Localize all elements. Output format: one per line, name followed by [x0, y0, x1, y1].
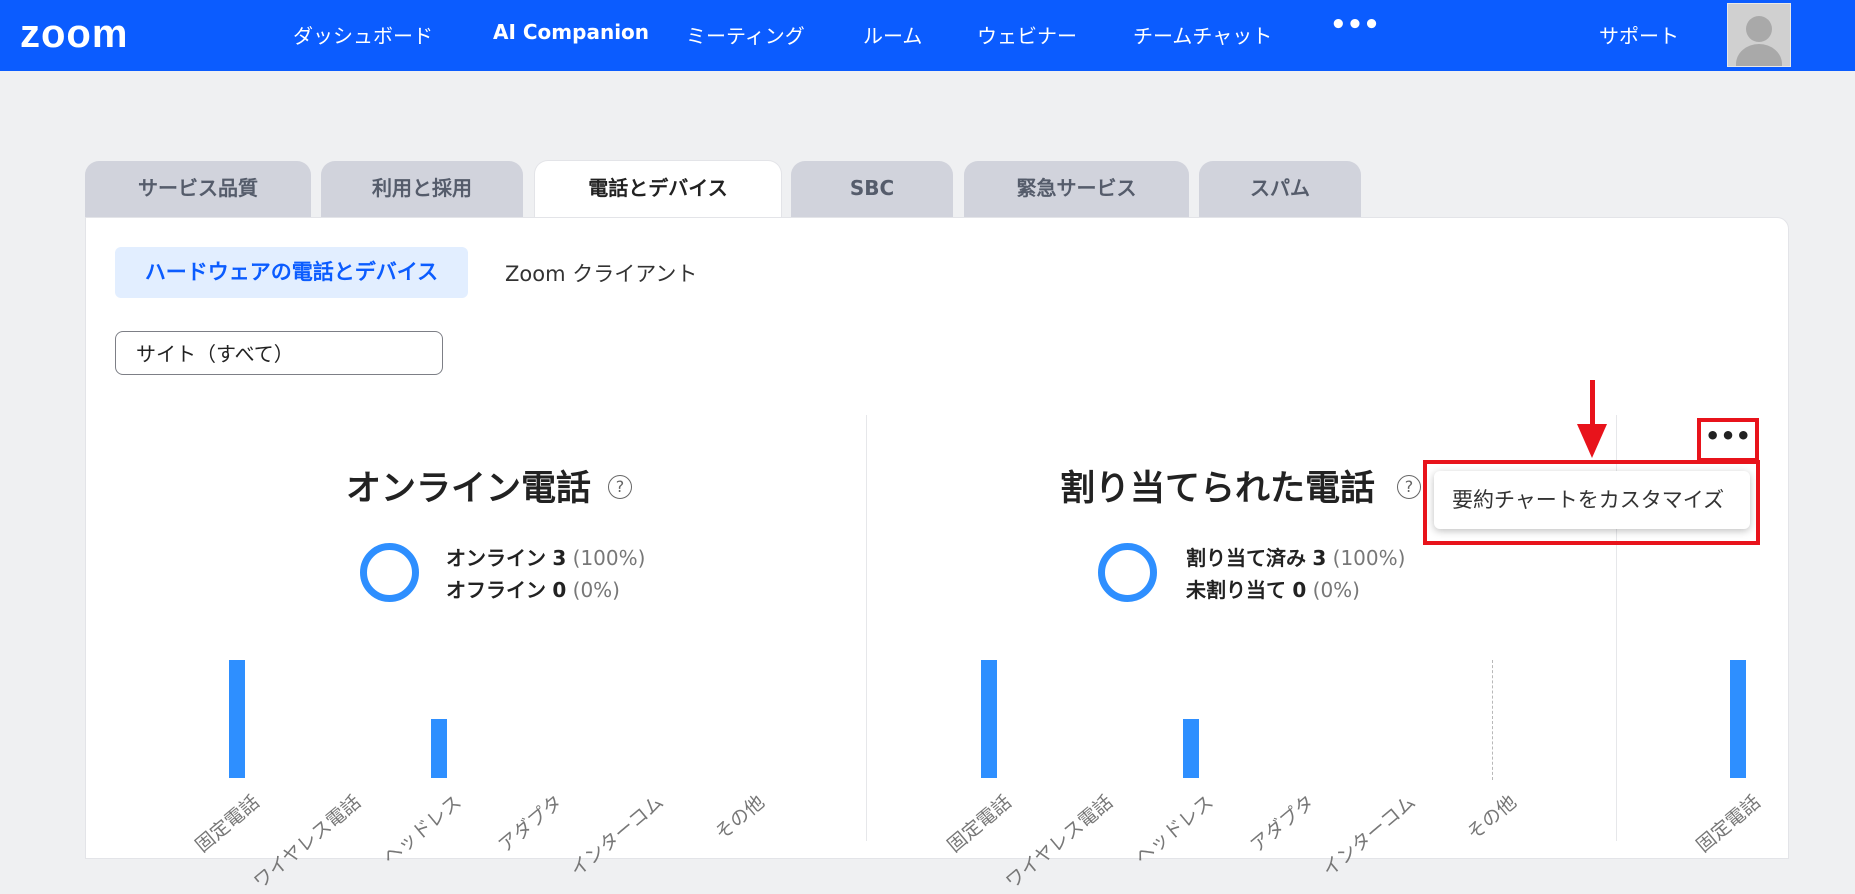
tab-sbc[interactable]: SBC: [791, 161, 953, 217]
chart-bar[interactable]: [981, 660, 997, 778]
tab-service-quality[interactable]: サービス品質: [85, 161, 311, 217]
donut-chart-online: [360, 543, 419, 602]
subtab-zoom-client[interactable]: Zoom クライアント: [505, 258, 697, 288]
legend-count: 3: [1312, 546, 1327, 570]
card-title-assigned-phones: 割り当てられた電話: [1060, 469, 1376, 509]
annotation-arrow-icon: [1577, 424, 1607, 458]
legend-count: 0: [1292, 578, 1307, 602]
zoom-logo[interactable]: zoom: [20, 12, 128, 57]
nav-dashboard[interactable]: ダッシュボード: [293, 20, 433, 49]
legend-pct: (0%): [1312, 578, 1360, 602]
help-icon[interactable]: ?: [608, 475, 632, 499]
legend-count: 0: [552, 578, 567, 602]
donut-chart-assigned: [1098, 543, 1157, 602]
legend-unassigned: 未割り当て 0 (0%): [1186, 574, 1360, 603]
nav-webinars[interactable]: ウェビナー: [977, 20, 1077, 49]
chart-guide-line: [1492, 660, 1493, 780]
legend-label: オフライン: [446, 578, 546, 602]
legend-online: オンライン 3 (100%): [446, 542, 645, 571]
tab-emergency-services[interactable]: 緊急サービス: [964, 161, 1189, 217]
avatar-body-icon: [1736, 44, 1782, 66]
avatar-head-icon: [1746, 16, 1772, 42]
chart-bar[interactable]: [1183, 719, 1199, 778]
nav-rooms[interactable]: ルーム: [863, 20, 922, 49]
nav-more-icon[interactable]: •••: [1330, 10, 1380, 40]
chart-bar[interactable]: [431, 719, 447, 778]
legend-assigned: 割り当て済み 3 (100%): [1186, 542, 1405, 571]
chart-bar[interactable]: [1730, 660, 1746, 778]
avatar[interactable]: [1727, 3, 1791, 67]
legend-label: オンライン: [446, 546, 546, 570]
tab-phones-devices[interactable]: 電話とデバイス: [534, 160, 782, 219]
subtab-hardware-phones[interactable]: ハードウェアの電話とデバイス: [115, 247, 468, 298]
nav-ai-companion[interactable]: AI Companion: [493, 20, 649, 44]
nav-team-chat[interactable]: チームチャット: [1133, 20, 1272, 49]
top-nav-bar: zoom ダッシュボード AI Companion ミーティング ルーム ウェビ…: [0, 0, 1855, 71]
highlight-box-popup: [1423, 460, 1760, 545]
legend-pct: (100%): [572, 546, 646, 570]
legend-label: 未割り当て: [1186, 578, 1286, 602]
legend-offline: オフライン 0 (0%): [446, 574, 620, 603]
legend-pct: (0%): [572, 578, 620, 602]
nav-support[interactable]: サポート: [1599, 20, 1679, 49]
site-filter-select[interactable]: サイト（すべて）: [115, 331, 443, 375]
legend-count: 3: [552, 546, 567, 570]
card-divider: [866, 415, 867, 841]
annotation-arrow-shaft: [1590, 380, 1595, 428]
highlight-box-more: [1697, 418, 1759, 462]
chart-bar[interactable]: [229, 660, 245, 778]
help-icon[interactable]: ?: [1397, 475, 1421, 499]
legend-label: 割り当て済み: [1186, 546, 1306, 570]
nav-meetings[interactable]: ミーティング: [686, 20, 805, 49]
tab-spam[interactable]: スパム: [1199, 161, 1361, 217]
legend-pct: (100%): [1332, 546, 1406, 570]
tab-usage-adoption[interactable]: 利用と採用: [321, 161, 523, 217]
card-title-online-phones: オンライン電話: [346, 469, 592, 509]
